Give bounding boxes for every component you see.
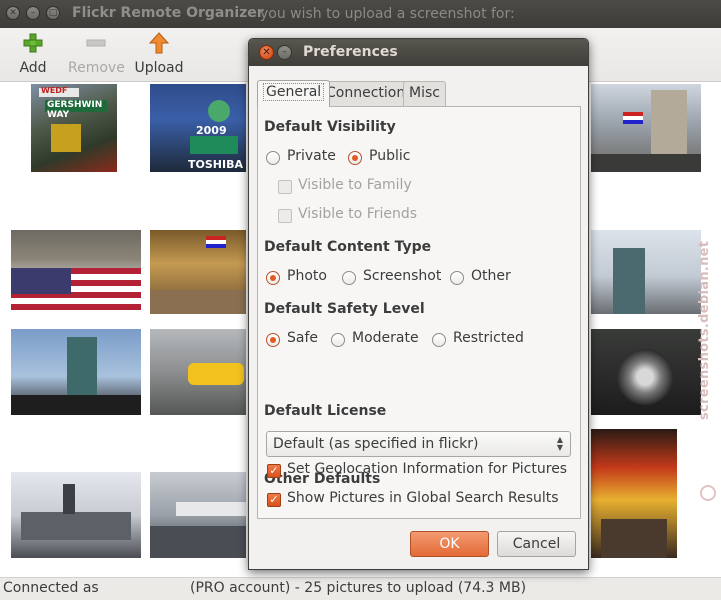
background-window-text: you wish to upload a screenshot for: [260, 6, 515, 22]
tab-connection[interactable]: Connection [320, 81, 412, 106]
radio-button[interactable] [450, 271, 464, 285]
radio-button[interactable] [348, 151, 362, 165]
add-button[interactable]: Add [14, 32, 52, 76]
geolocation-label: Set Geolocation Information for Pictures [287, 461, 568, 477]
photo-thumbnail[interactable] [150, 230, 246, 314]
radio-button[interactable] [266, 151, 280, 165]
photo-thumbnail[interactable] [11, 472, 141, 558]
radio-button[interactable] [342, 271, 356, 285]
moderate-label: Moderate [352, 330, 419, 346]
photo-thumbnail[interactable] [11, 329, 141, 415]
statusbar: Connected as (PRO account) - 25 pictures… [0, 577, 721, 600]
maximize-icon[interactable]: □ [46, 6, 60, 20]
content-type-heading: Default Content Type [264, 239, 432, 255]
tab-connection-label: Connection [326, 85, 406, 101]
photo-thumbnail[interactable] [591, 230, 701, 314]
family-label: Visible to Family [298, 177, 412, 193]
add-label: Add [19, 60, 47, 76]
ok-button[interactable]: OK [410, 531, 489, 557]
tab-misc[interactable]: Misc [403, 81, 446, 106]
tab-misc-label: Misc [409, 85, 440, 101]
public-label: Public [369, 148, 411, 164]
safe-label: Safe [287, 330, 319, 346]
photo-thumbnail[interactable] [11, 230, 141, 314]
dialog-title: Preferences [303, 44, 398, 60]
license-heading: Default License [264, 403, 387, 419]
general-panel: Default Visibility Private Public Visibl… [257, 106, 581, 519]
other-label: Other [471, 268, 511, 284]
remove-label: Remove [68, 60, 125, 76]
photo-thumbnail[interactable] [591, 329, 701, 415]
safety-heading: Default Safety Level [264, 301, 425, 317]
private-label: Private [287, 148, 336, 164]
radio-button[interactable] [266, 333, 280, 347]
minimize-icon[interactable]: – [26, 6, 40, 20]
friends-label: Visible to Friends [298, 206, 418, 222]
license-select[interactable]: Default (as specified in flickr) ▲ ▼ [266, 431, 571, 457]
status-connection: Connected as [3, 580, 99, 596]
status-upload-summary: (PRO account) - 25 pictures to upload (7… [190, 580, 527, 596]
tab-general[interactable]: General [257, 80, 331, 107]
dialog-titlebar: ✕ – Preferences [249, 39, 588, 66]
radio-button[interactable] [331, 333, 345, 347]
tab-general-label: General [263, 83, 325, 101]
restricted-label: Restricted [453, 330, 524, 346]
photo-thumbnail[interactable] [150, 472, 246, 558]
radio-button[interactable] [266, 271, 280, 285]
close-icon[interactable]: ✕ [6, 6, 20, 20]
preferences-dialog: ✕ – Preferences General Connection Misc … [248, 38, 589, 570]
photo-thumbnail[interactable] [591, 84, 701, 172]
window-title: Flickr Remote Organizer [72, 5, 264, 21]
photo-thumbnail[interactable]: 2009 TOSHIBA [150, 84, 246, 172]
add-icon [23, 33, 43, 53]
photo-thumbnail[interactable]: WEDF GERSHWIN WAY [31, 84, 117, 172]
upload-button[interactable]: Upload [134, 32, 184, 76]
main-titlebar: ✕ – □ Flickr Remote Organizer you wish t… [0, 0, 721, 28]
checkbox-checked-icon[interactable]: ✓ [267, 493, 281, 507]
screenshot-label: Screenshot [363, 268, 442, 284]
cancel-button[interactable]: Cancel [497, 531, 576, 557]
visibility-heading: Default Visibility [264, 119, 396, 135]
license-value: Default (as specified in flickr) [273, 436, 479, 452]
upload-label: Upload [134, 60, 184, 76]
radio-button[interactable] [432, 333, 446, 347]
remove-icon [86, 39, 106, 47]
photo-thumbnail[interactable] [591, 429, 677, 558]
remove-button[interactable]: Remove [68, 32, 125, 76]
minimize-icon[interactable]: – [277, 45, 292, 60]
watermark-icon [700, 485, 716, 501]
global-search-label: Show Pictures in Global Search Results [287, 490, 559, 506]
photo-thumbnail[interactable] [150, 329, 246, 415]
checkbox-checked-icon[interactable]: ✓ [267, 464, 281, 478]
checkbox[interactable] [278, 180, 292, 194]
photo-label: Photo [287, 268, 327, 284]
close-icon[interactable]: ✕ [259, 45, 274, 60]
checkbox[interactable] [278, 209, 292, 223]
upload-arrow-icon [148, 32, 170, 54]
select-arrows-icon: ▲ ▼ [556, 435, 563, 452]
watermark-text: screenshots.debian.net [697, 240, 712, 420]
